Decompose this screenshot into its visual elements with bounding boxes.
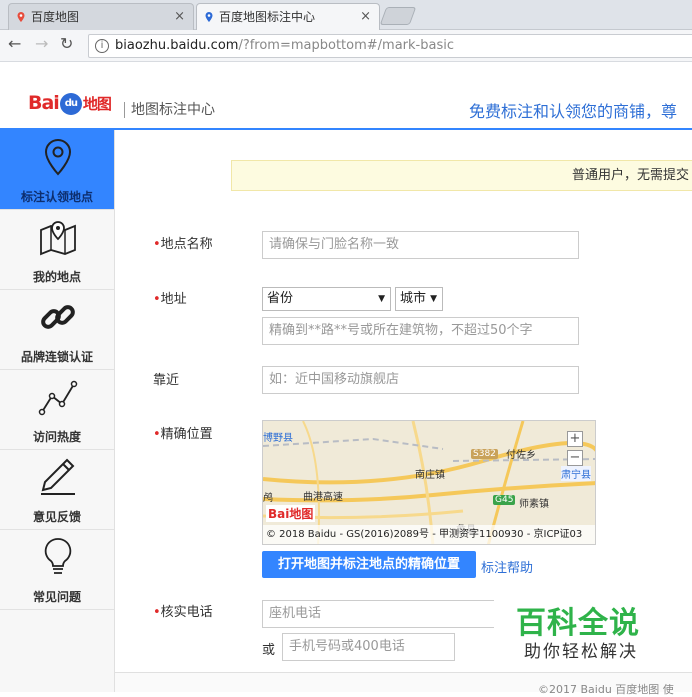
sidebar-item-visit-heat[interactable]: 访问热度	[0, 370, 114, 450]
close-tab-icon[interactable]: ×	[360, 4, 371, 30]
select-value: 省份	[267, 291, 294, 306]
location-pin-icon	[44, 138, 72, 176]
sidebar-item-mark-location[interactable]: 标注认领地点	[0, 130, 114, 210]
logo-bai: Bai	[268, 507, 290, 521]
browser-tab-baidu-map[interactable]: 百度地图 ×	[8, 3, 194, 30]
phone-label: •核实电话	[153, 601, 213, 620]
required-mark: •	[153, 605, 161, 620]
back-arrow-icon[interactable]: ←	[8, 34, 21, 53]
new-tab-button[interactable]	[379, 7, 417, 25]
select-value: 城市	[400, 291, 427, 306]
map-copyright: © 2018 Baidu - GS(2016)2089号 - 甲测资字11009…	[263, 525, 595, 544]
place-name-label: •地点名称	[153, 233, 213, 252]
map-label: 师素镇	[519, 499, 549, 510]
map-label: 鸬	[263, 493, 273, 504]
required-mark: •	[153, 292, 161, 307]
site-subtitle: 地图标注中心	[124, 102, 215, 118]
map-pin-favicon-icon	[205, 12, 213, 22]
map-label: 曲港高速	[303, 492, 343, 503]
tab-label: 百度地图标注中心	[219, 10, 316, 24]
sidebar-item-label: 访问热度	[32, 430, 81, 444]
sidebar-item-label: 标注认领地点	[20, 190, 93, 204]
tab-label: 百度地图	[31, 10, 80, 24]
place-name-input[interactable]: 请确保与门脸名称一致	[262, 231, 579, 259]
sidebar-item-label: 品牌连锁认证	[20, 350, 93, 364]
logo-bai: Bai	[28, 92, 60, 114]
zoom-out-button[interactable]: −	[567, 450, 583, 466]
label-text: 核实电话	[160, 605, 213, 620]
sidebar-item-my-places[interactable]: 我的地点	[0, 210, 114, 290]
sidebar-item-label: 意见反馈	[32, 510, 81, 524]
notice-banner: 普通用户，无需提交	[231, 160, 692, 191]
label-text: 地址	[160, 292, 187, 307]
address-label: •地址	[153, 288, 187, 307]
chain-link-icon	[41, 305, 75, 329]
zoom-in-button[interactable]: +	[567, 431, 583, 447]
footer-text: ©2017 Baidu 百度地图 使	[538, 683, 674, 696]
site-info-icon[interactable]: i	[95, 39, 109, 53]
city-select[interactable]: 城市 ▼	[395, 287, 443, 311]
landline-input[interactable]: 座机电话	[262, 600, 502, 628]
road-badge: S382	[471, 449, 498, 459]
forward-arrow-icon[interactable]: →	[35, 34, 48, 53]
map-label: 付佐乡	[506, 450, 536, 461]
label-text: 地点名称	[160, 237, 213, 252]
lightbulb-icon	[44, 538, 72, 574]
required-mark: •	[153, 427, 161, 442]
sidebar-item-brand-chain[interactable]: 品牌连锁认证	[0, 290, 114, 370]
header-slogan: 免费标注和认领您的商铺，尊	[469, 102, 678, 121]
label-text: 精确位置	[160, 427, 213, 442]
browser-tab-bar: 百度地图 × 百度地图标注中心 ×	[0, 0, 692, 30]
logo-map: 地图	[82, 95, 112, 113]
sidebar: 标注认领地点 我的地点 品牌连锁认证 访问热度 意见反馈 常见问题	[0, 130, 115, 692]
address-detail-input[interactable]: 精确到**路**号或所在建筑物，不超过50个字	[262, 317, 579, 345]
paw-icon: du	[59, 92, 82, 115]
close-tab-icon[interactable]: ×	[174, 4, 185, 30]
dropdown-caret-icon: ▼	[430, 294, 437, 304]
sidebar-item-label: 我的地点	[32, 270, 81, 284]
province-select[interactable]: 省份 ▼	[262, 287, 391, 311]
or-label: 或	[262, 643, 276, 658]
watermark-subtitle: 助你轻松解决	[524, 642, 638, 662]
mark-help-link[interactable]: 标注帮助	[481, 557, 533, 576]
near-label: 靠近	[153, 373, 180, 388]
map-label: 肃宁县	[561, 466, 591, 481]
baidu-map-logo[interactable]: Bai du 地图	[28, 92, 112, 115]
page-footer: ©2017 Baidu 百度地图 使	[115, 672, 692, 696]
required-mark: •	[153, 237, 161, 252]
map-pin-favicon-icon	[17, 12, 25, 22]
mobile-input[interactable]: 手机号码或400电话	[282, 633, 455, 661]
map-logo: Bai地图	[266, 505, 316, 522]
sidebar-item-faq[interactable]: 常见问题	[0, 530, 114, 610]
page-header: Bai du 地图 地图标注中心 免费标注和认领您的商铺，尊	[0, 62, 692, 130]
address-bar[interactable]: i biaozhu.baidu.com/?from=mapbottom#/mar…	[88, 34, 692, 58]
precise-location-label: •精确位置	[153, 423, 213, 442]
location-map[interactable]: 博野县 南庄镇 曲港高速 付佐乡 师素镇 蠡县 肃宁县 鸬 S382 G45 +…	[262, 420, 596, 545]
logo-map: 地图	[289, 507, 314, 521]
map-label: 南庄镇	[415, 470, 445, 481]
dropdown-caret-icon: ▼	[378, 294, 385, 304]
watermark-title: 百科全说	[516, 606, 640, 641]
url-path: /?from=mapbottom#/mark-basic	[238, 38, 454, 53]
url-host: biaozhu.baidu.com	[115, 38, 239, 53]
sidebar-item-feedback[interactable]: 意见反馈	[0, 450, 114, 530]
map-icon	[40, 221, 76, 256]
near-input[interactable]: 如：近中国移动旗舰店	[262, 366, 579, 394]
browser-tab-mark-center[interactable]: 百度地图标注中心 ×	[196, 3, 380, 30]
browser-toolbar: ← → ↻ i biaozhu.baidu.com/?from=mapbotto…	[0, 30, 692, 62]
road-badge: G45	[493, 495, 516, 505]
pencil-icon	[41, 458, 75, 495]
map-label: 博野县	[263, 433, 293, 444]
reload-icon[interactable]: ↻	[60, 34, 73, 53]
line-chart-icon	[38, 380, 78, 416]
open-map-mark-button[interactable]: 打开地图并标注地点的精确位置	[262, 551, 476, 578]
sidebar-item-label: 常见问题	[32, 590, 81, 604]
